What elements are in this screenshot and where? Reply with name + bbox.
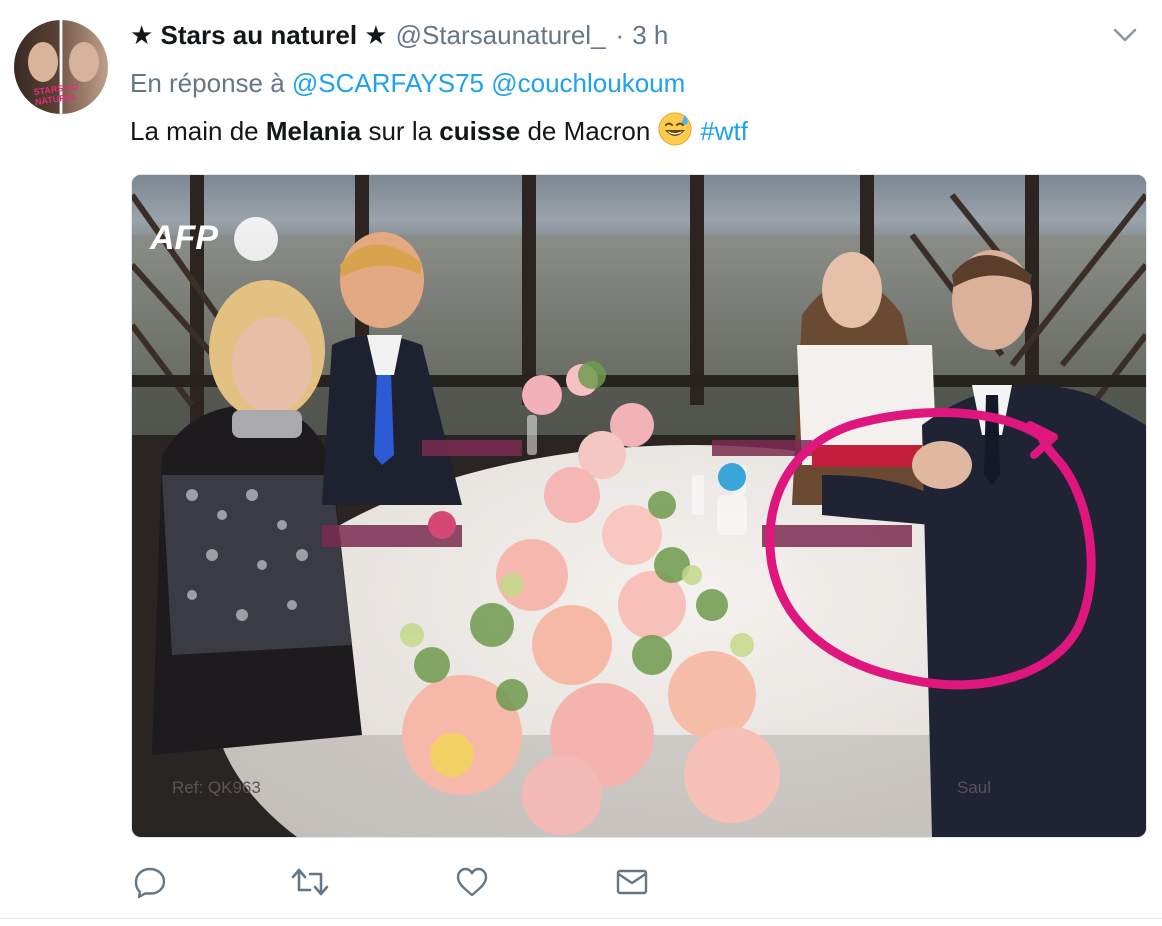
afp-watermark: AFP <box>149 219 218 257</box>
hashtag-link[interactable]: #wtf <box>700 116 748 147</box>
photo-ref-text: Ref: QK963 <box>172 778 261 797</box>
message-icon[interactable] <box>612 860 652 904</box>
avatar[interactable]: STARS AU NATUREL <box>14 20 108 114</box>
divider <box>0 918 1162 919</box>
timestamp[interactable]: 3 h <box>632 20 668 51</box>
text-segment: de Macron <box>520 115 651 146</box>
afp-logo: AFP <box>149 217 278 261</box>
user-handle[interactable]: @Starsaunaturel_ <box>396 20 606 51</box>
text-segment: La main de <box>130 115 266 146</box>
mention-link[interactable]: @SCARFAYS75 <box>292 68 484 98</box>
separator-dot: · <box>615 19 625 50</box>
reply-context: En réponse à @SCARFAYS75 @couchloukoum <box>130 68 685 99</box>
avatar-face-right <box>69 42 99 82</box>
text-segment: sur la <box>361 115 440 146</box>
tweet-text: La main de Melania sur la cuisse de Macr… <box>130 112 748 148</box>
display-name[interactable]: ★ Stars au naturel ★ <box>130 20 388 51</box>
retweet-icon[interactable] <box>290 860 330 904</box>
text-bold: cuisse <box>439 115 521 146</box>
mention-link[interactable]: @couchloukoum <box>491 68 685 98</box>
tweet-photo[interactable]: AFP Ref: QK963 Saul <box>131 174 1147 838</box>
reply-prefix: En réponse à <box>130 68 285 98</box>
reply-icon[interactable] <box>130 860 170 904</box>
tweet-header: ★ Stars au naturel ★ @Starsaunaturel_ · … <box>130 18 668 52</box>
photo-credit-text: Saul <box>957 778 991 797</box>
tweet[interactable]: STARS AU NATUREL ★ Stars au naturel ★ @S… <box>0 0 1162 920</box>
chevron-down-icon[interactable] <box>1112 24 1138 46</box>
text-bold: Melania <box>265 115 362 146</box>
grinning-sweat-emoji-icon <box>658 112 692 146</box>
like-icon[interactable] <box>452 860 492 904</box>
tweet-actions <box>130 860 670 904</box>
avatar-face-left <box>28 42 58 82</box>
